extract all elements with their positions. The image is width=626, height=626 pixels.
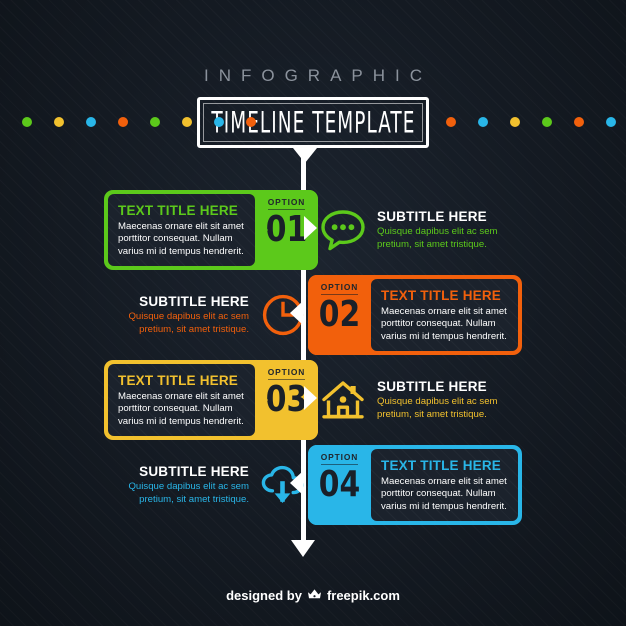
subtitle-body-text: Quisque dapibus elit ac sem pretium, sit… bbox=[128, 481, 249, 505]
row-connector-notch bbox=[304, 386, 317, 410]
decorative-dot bbox=[118, 117, 128, 127]
subtitle-block: SUBTITLE HERE Quisque dapibus elit ac sem… bbox=[320, 207, 534, 253]
card-arrow bbox=[255, 386, 268, 414]
option-card[interactable]: OPTION 02 TEXT TITLE HERE Maecenas ornare e… bbox=[308, 275, 522, 355]
option-number: 01 bbox=[265, 209, 308, 250]
timeline-row: OPTION 03 TEXT TITLE HERE Maecenas ornare e… bbox=[0, 356, 626, 444]
decorative-dot bbox=[86, 117, 96, 127]
row-left-side: OPTION 03 TEXT TITLE HERE Maecenas ornare e… bbox=[104, 356, 318, 444]
card-body-text: Maecenas ornare elit sit amet porttitor … bbox=[381, 475, 507, 512]
timeline-row: OPTION 01 TEXT TITLE HERE Maecenas ornare e… bbox=[0, 186, 626, 274]
decorative-dot bbox=[542, 117, 552, 127]
decorative-dot bbox=[22, 117, 32, 127]
card-arrow bbox=[255, 216, 268, 244]
subtitle-title: SUBTITLE HERE bbox=[139, 464, 249, 480]
decorative-dot bbox=[446, 117, 456, 127]
decorative-dot bbox=[478, 117, 488, 127]
decorative-dot bbox=[246, 117, 256, 127]
card-text-panel: TEXT TITLE HERE Maecenas ornare elit sit … bbox=[371, 279, 518, 351]
option-card[interactable]: OPTION 01 TEXT TITLE HERE Maecenas ornare e… bbox=[104, 190, 318, 270]
row-connector-notch bbox=[290, 471, 303, 495]
row-left-side: OPTION 01 TEXT TITLE HERE Maecenas ornare e… bbox=[104, 186, 318, 274]
attribution-footer: designed by freepik.com bbox=[0, 588, 626, 603]
row-left-side: SUBTITLE HERE Quisque dapibus elit ac sem… bbox=[92, 441, 306, 529]
card-body-text: Maecenas ornare elit sit amet porttitor … bbox=[118, 220, 244, 257]
option-number: 04 bbox=[318, 464, 361, 505]
kicker-text: INFOGRAPHIC bbox=[203, 66, 433, 85]
row-right-side: OPTION 02 TEXT TITLE HERE Maecenas ornare e… bbox=[308, 271, 522, 359]
subtitle-block: SUBTITLE HERE Quisque dapibus elit ac sem… bbox=[92, 292, 306, 338]
subtitle-body-text: Quisque dapibus elit ac sem pretium, sit… bbox=[128, 311, 249, 335]
card-arrow bbox=[358, 301, 371, 329]
subtitle-block: SUBTITLE HERE Quisque dapibus elit ac sem… bbox=[92, 462, 306, 508]
card-arrow bbox=[358, 471, 371, 499]
timeline-end-arrow bbox=[291, 540, 315, 557]
subtitle-block: SUBTITLE HERE Quisque dapibus elit ac sem… bbox=[320, 377, 534, 423]
timeline-row: SUBTITLE HERE Quisque dapibus elit ac sem… bbox=[0, 441, 626, 529]
card-text-panel: TEXT TITLE HERE Maecenas ornare elit sit … bbox=[108, 194, 255, 266]
attribution-prefix: designed by bbox=[226, 588, 302, 603]
row-left-side: SUBTITLE HERE Quisque dapibus elit ac sem… bbox=[92, 271, 306, 359]
card-title: TEXT TITLE HERE bbox=[118, 372, 239, 388]
decorative-dots-left bbox=[22, 117, 278, 127]
house-icon bbox=[320, 377, 366, 423]
decorative-dot bbox=[510, 117, 520, 127]
subtitle-body-text: Quisque dapibus elit ac sem pretium, sit… bbox=[377, 396, 498, 420]
card-title: TEXT TITLE HERE bbox=[118, 202, 239, 218]
subtitle-text-group: SUBTITLE HERE Quisque dapibus elit ac sem… bbox=[92, 464, 249, 506]
decorative-dot bbox=[606, 117, 616, 127]
decorative-dot bbox=[54, 117, 64, 127]
card-text-panel: TEXT TITLE HERE Maecenas ornare elit sit … bbox=[371, 449, 518, 521]
infographic-canvas: INFOGRAPHIC TIMELINE TEMPLATE OPTION 01 TE… bbox=[0, 0, 626, 626]
row-right-side: SUBTITLE HERE Quisque dapibus elit ac sem… bbox=[320, 186, 534, 274]
row-connector-notch bbox=[290, 301, 303, 325]
subtitle-title: SUBTITLE HERE bbox=[377, 209, 487, 225]
subtitle-text-group: SUBTITLE HERE Quisque dapibus elit ac sem… bbox=[377, 379, 534, 421]
decorative-dot bbox=[214, 117, 224, 127]
decorative-dot bbox=[150, 117, 160, 127]
subtitle-title: SUBTITLE HERE bbox=[139, 294, 249, 310]
subtitle-body-text: Quisque dapibus elit ac sem pretium, sit… bbox=[377, 226, 498, 250]
freepik-crown-icon bbox=[307, 588, 322, 603]
row-right-side: SUBTITLE HERE Quisque dapibus elit ac sem… bbox=[320, 356, 534, 444]
row-connector-notch bbox=[304, 216, 317, 240]
card-title: TEXT TITLE HERE bbox=[381, 457, 502, 473]
option-number: 03 bbox=[265, 379, 308, 420]
row-right-side: OPTION 04 TEXT TITLE HERE Maecenas ornare e… bbox=[308, 441, 522, 529]
option-card[interactable]: OPTION 03 TEXT TITLE HERE Maecenas ornare e… bbox=[104, 360, 318, 440]
card-text-panel: TEXT TITLE HERE Maecenas ornare elit sit … bbox=[108, 364, 255, 436]
decorative-dot bbox=[574, 117, 584, 127]
attribution-brand: freepik.com bbox=[326, 588, 400, 603]
option-number: 02 bbox=[318, 294, 361, 335]
option-card[interactable]: OPTION 04 TEXT TITLE HERE Maecenas ornare e… bbox=[308, 445, 522, 525]
speech-bubble-icon bbox=[320, 207, 366, 253]
decorative-dot bbox=[182, 117, 192, 127]
decorative-dots-right bbox=[446, 117, 626, 127]
subtitle-title: SUBTITLE HERE bbox=[377, 379, 487, 395]
timeline-row: SUBTITLE HERE Quisque dapibus elit ac sem… bbox=[0, 271, 626, 359]
card-body-text: Maecenas ornare elit sit amet porttitor … bbox=[381, 305, 507, 342]
subtitle-text-group: SUBTITLE HERE Quisque dapibus elit ac sem… bbox=[92, 294, 249, 336]
card-title: TEXT TITLE HERE bbox=[381, 287, 502, 303]
card-body-text: Maecenas ornare elit sit amet porttitor … bbox=[118, 390, 244, 427]
subtitle-text-group: SUBTITLE HERE Quisque dapibus elit ac sem… bbox=[377, 209, 534, 251]
